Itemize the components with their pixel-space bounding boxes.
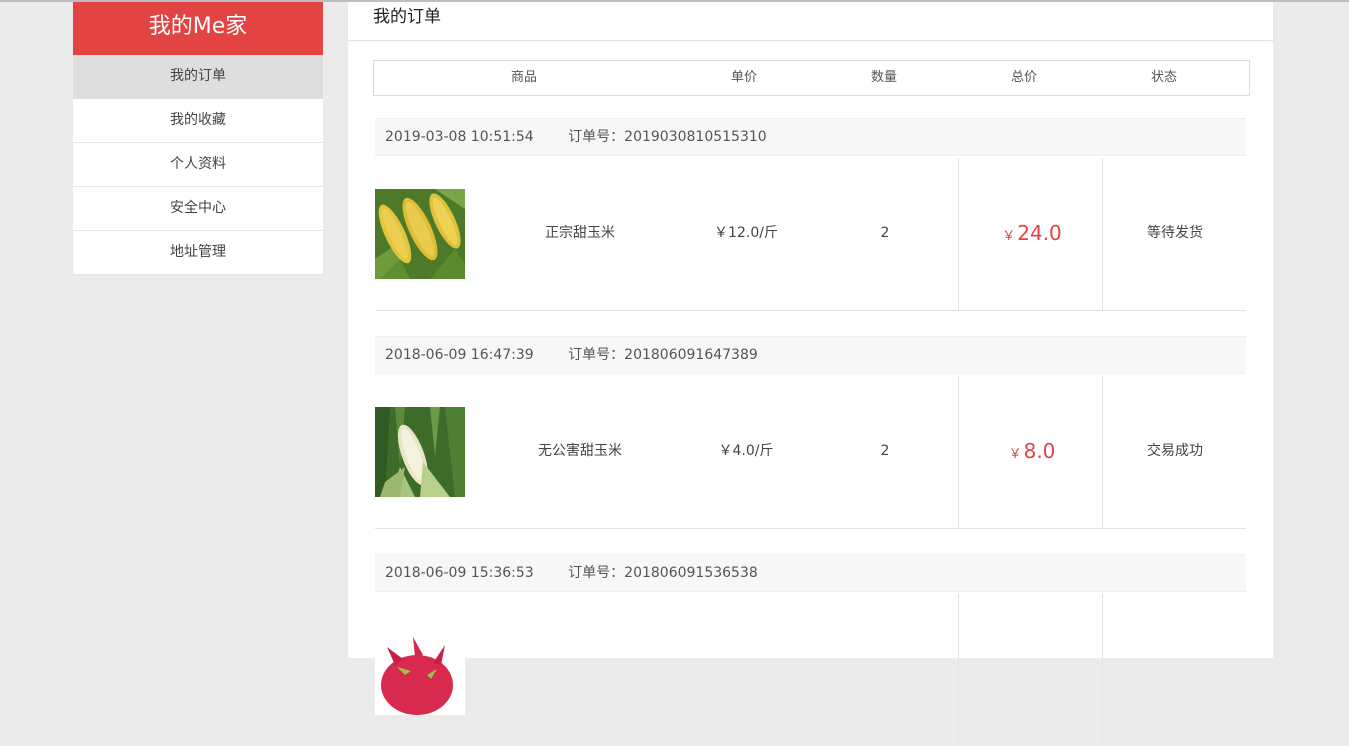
- order-number: 订单号：2019030810515310: [568, 129, 767, 145]
- order-status: 等待发货: [1147, 225, 1203, 241]
- total-price: ￥ 8.0: [1009, 374, 1056, 528]
- page-title: 我的订单: [348, 2, 1273, 41]
- column-product: 商品: [510, 70, 538, 85]
- yellow-corn-photo-icon[interactable]: [375, 189, 465, 279]
- column-divider: [1102, 594, 1103, 746]
- sidebar-item-favorites[interactable]: 我的收藏: [73, 99, 323, 143]
- order-row: 正宗甜玉米 ￥12.0/斤 2 ￥ 24.0 等待发货: [375, 156, 1246, 311]
- order-card: 2018-06-09 15:36:53 订单号：201806091536538: [375, 554, 1246, 746]
- order-card: 2019-03-08 10:51:54 订单号：2019030810515310…: [375, 118, 1246, 311]
- total-amount: 24.0: [1017, 221, 1062, 245]
- unit-price: ￥4.0/斤: [718, 443, 774, 459]
- unit-price: ￥12.0/斤: [714, 225, 778, 241]
- column-total: 总价: [1010, 70, 1038, 85]
- orders-table-header: 商品 单价 数量 总价 状态: [373, 60, 1250, 96]
- order-date: 2019-03-08 10:51:54: [385, 129, 534, 145]
- order-date: 2018-06-09 16:47:39: [385, 347, 534, 363]
- column-quantity: 数量: [870, 70, 898, 85]
- total-amount: 8.0: [1023, 439, 1056, 463]
- product-name[interactable]: 无公害甜玉米: [538, 374, 622, 528]
- column-divider: [1102, 158, 1103, 310]
- column-status: 状态: [1150, 70, 1178, 85]
- order-header: 2019-03-08 10:51:54 订单号：2019030810515310: [375, 118, 1246, 156]
- column-unit-price: 单价: [730, 70, 758, 85]
- sidebar-item-profile[interactable]: 个人资料: [73, 143, 323, 187]
- sidebar-brand: 我的Me家: [73, 2, 323, 55]
- product-name[interactable]: 正宗甜玉米: [545, 156, 615, 310]
- column-divider: [958, 158, 959, 310]
- column-divider: [958, 594, 959, 746]
- order-status: 交易成功: [1147, 443, 1203, 459]
- main-panel: 我的订单 商品 单价 数量 总价 状态 2019-03-08 10:51:54 …: [348, 2, 1273, 746]
- dragon-fruit-photo-icon[interactable]: [375, 625, 465, 715]
- order-header: 2018-06-09 16:47:39 订单号：201806091647389: [375, 336, 1246, 374]
- order-row: 无公害甜玉米 ￥4.0/斤 2 ￥ 8.0 交易成功: [375, 374, 1246, 529]
- order-row: [375, 592, 1246, 746]
- quantity: 2: [880, 443, 890, 459]
- order-number: 订单号：201806091536538: [568, 565, 758, 581]
- order-card: 2018-06-09 16:47:39 订单号：201806091647389 …: [375, 336, 1246, 529]
- order-date: 2018-06-09 15:36:53: [385, 565, 534, 581]
- total-price: ￥ 24.0: [1002, 156, 1062, 310]
- sidebar: 我的Me家 我的订单 我的收藏 个人资料 安全中心 地址管理: [73, 2, 323, 275]
- column-divider: [1102, 376, 1103, 528]
- currency-symbol: ￥: [1008, 447, 1022, 462]
- sidebar-item-orders[interactable]: 我的订单: [73, 55, 323, 99]
- white-corn-photo-icon[interactable]: [375, 407, 465, 497]
- sidebar-item-security[interactable]: 安全中心: [73, 187, 323, 231]
- currency-symbol: ￥: [1002, 229, 1016, 244]
- order-number: 订单号：201806091647389: [568, 347, 758, 363]
- column-divider: [958, 376, 959, 528]
- quantity: 2: [880, 225, 890, 241]
- sidebar-item-address[interactable]: 地址管理: [73, 231, 323, 275]
- order-header: 2018-06-09 15:36:53 订单号：201806091536538: [375, 554, 1246, 592]
